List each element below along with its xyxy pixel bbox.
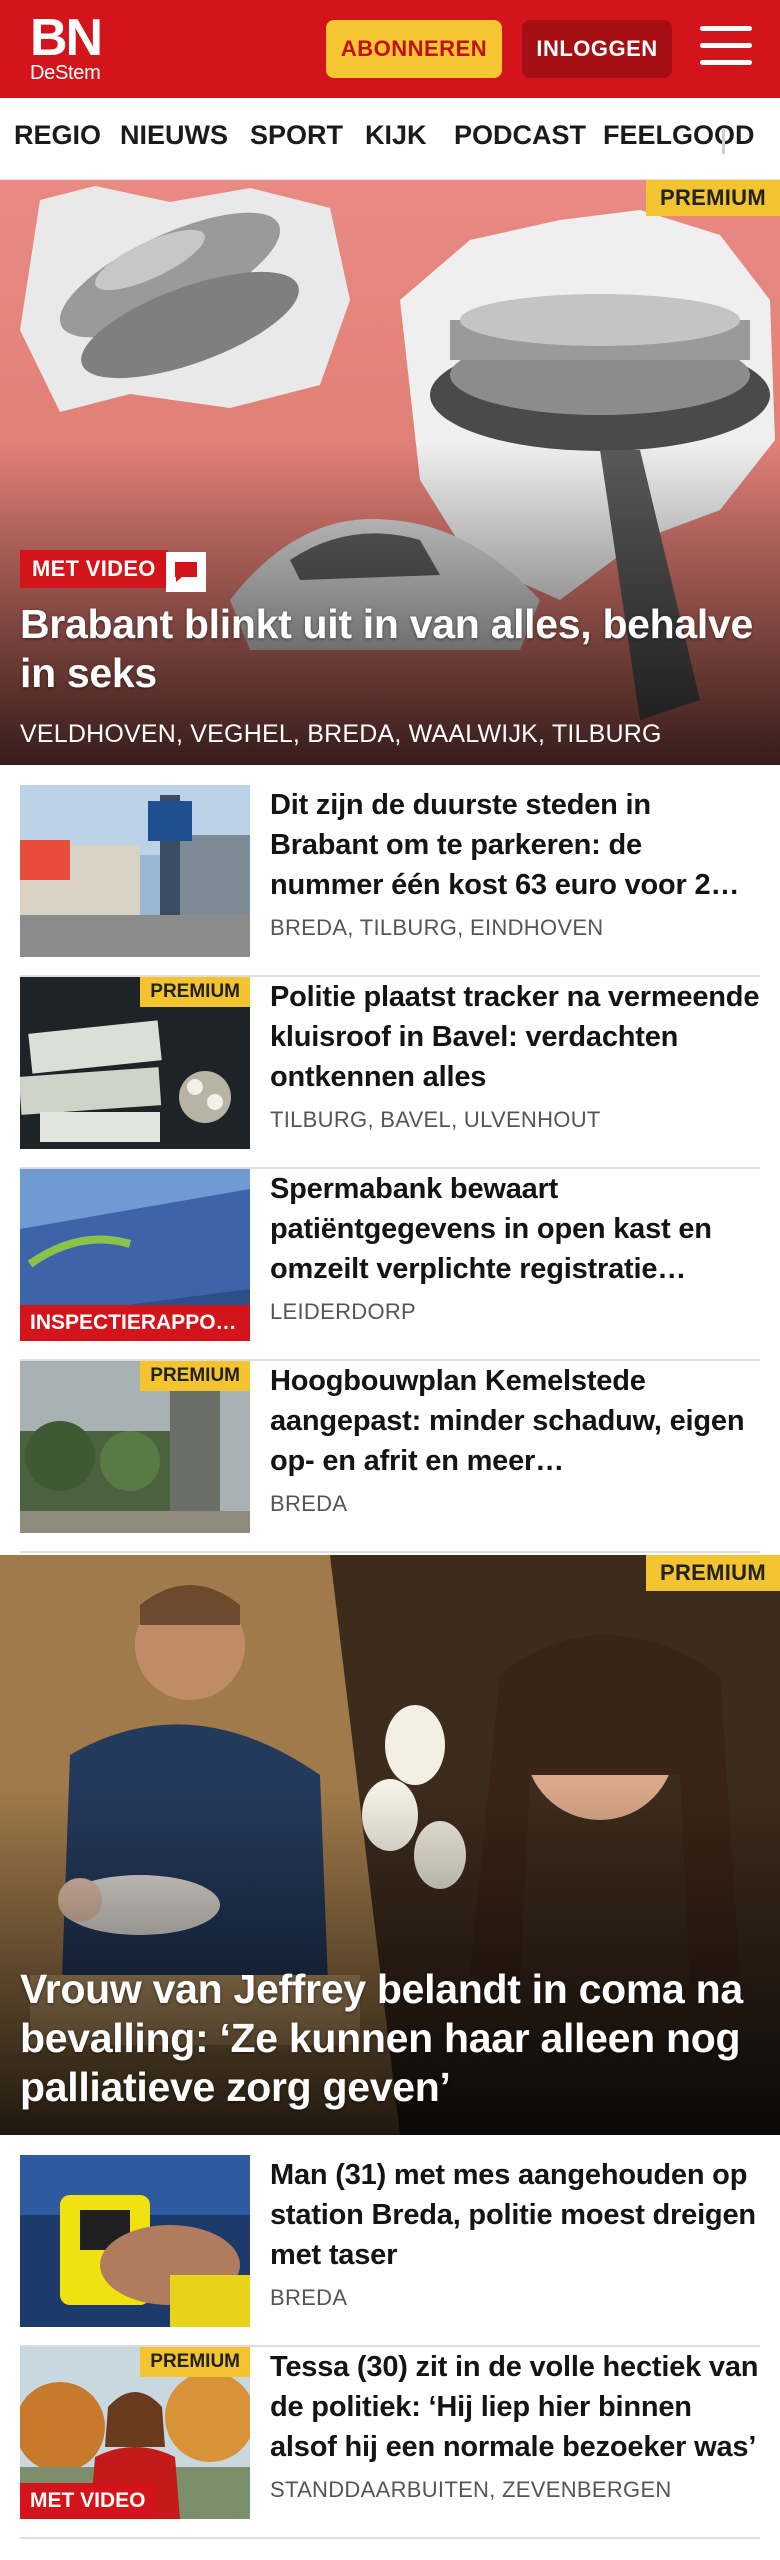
article-headline[interactable]: Tessa (30) zit in de volle hectiek van d… [270, 2347, 760, 2467]
article-thumbnail: PREMIUM MET VIDEO [20, 2347, 250, 2519]
article-headline[interactable]: Man (31) met mes aangehouden op station … [270, 2155, 760, 2275]
article-headline[interactable]: Politie plaatst tracker na vermeende klu… [270, 977, 760, 1097]
inspection-report-badge: INSPECTIERAPPORT [20, 1305, 250, 1341]
article-locations: BREDA, TILBURG, EINDHOVEN [270, 915, 604, 940]
nav-item-regio[interactable]: REGIO [14, 120, 101, 151]
premium-badge: PREMIUM [646, 1555, 780, 1591]
article-thumbnail: INSPECTIERAPPORT [20, 1169, 250, 1341]
article-locations: STANDDAARBUITEN, ZEVENBERGEN [270, 2477, 672, 2502]
video-badge: MET VIDEO [20, 550, 168, 588]
comment-icon [166, 552, 206, 592]
hero-headline[interactable]: Vrouw van Jeffrey belandt in coma na bev… [20, 1965, 765, 2112]
article-headline[interactable]: Dit zijn de duurste steden in Brabant om… [270, 785, 760, 905]
nav-item-feelgood[interactable]: FEELGOOD [603, 120, 755, 151]
site-header: BN DeStem ABONNEREN INLOGGEN [0, 0, 780, 98]
nav-item-sport[interactable]: SPORT [250, 120, 343, 151]
video-badge: MET VIDEO [20, 2483, 156, 2519]
article-thumbnail: PREMIUM [20, 1361, 250, 1533]
article-thumbnail: PREMIUM [20, 977, 250, 1149]
article-locations: TILBURG, BAVEL, ULVENHOUT [270, 1107, 601, 1132]
article-locations: BREDA [270, 1491, 348, 1516]
list-item[interactable]: PREMIUM Hoogbouwplan Kemelstede aangepas… [20, 1361, 760, 1553]
nav-item-nieuws[interactable]: NIEUWS [120, 120, 228, 151]
login-button[interactable]: INLOGGEN [522, 20, 672, 78]
article-headline[interactable]: Spermabank bewaart patiëntgegevens in op… [270, 1169, 760, 1289]
nav-item-kijk[interactable]: KIJK [365, 120, 427, 151]
nav-item-podcast[interactable]: PODCAST [454, 120, 586, 151]
article-headline[interactable]: Hoogbouwplan Kemelstede aangepast: minde… [270, 1361, 760, 1481]
list-item[interactable]: Man (31) met mes aangehouden op station … [20, 2155, 760, 2347]
site-logo[interactable]: BN DeStem [30, 9, 103, 84]
nav-overflow-indicator [722, 128, 725, 154]
list-item[interactable]: PREMIUM Politie plaatst tracker na verme… [20, 977, 760, 1169]
article-thumbnail [20, 2155, 250, 2327]
premium-badge: PREMIUM [646, 180, 780, 216]
article-locations: BREDA [270, 2285, 348, 2310]
article-locations: LEIDERDORP [270, 1299, 417, 1324]
article-thumbnail [20, 785, 250, 957]
hero-headline[interactable]: Brabant blinkt uit in van alles, behalve… [20, 600, 765, 698]
premium-badge: PREMIUM [140, 977, 250, 1007]
premium-badge: PREMIUM [140, 2347, 250, 2377]
list-item[interactable]: INSPECTIERAPPORT Spermabank bewaart pati… [20, 1169, 760, 1361]
logo-destem: DeStem [30, 62, 101, 84]
hero-article-seks[interactable]: PREMIUM MET VIDEO Brabant blinkt uit in … [0, 180, 780, 765]
list-item[interactable]: Dit zijn de duurste steden in Brabant om… [20, 785, 760, 977]
hero-article-jeffrey[interactable]: PREMIUM Vrouw van Jeffrey belandt in com… [0, 1555, 780, 2135]
section-nav: REGIO NIEUWS SPORT KIJK PODCAST FEELGOOD [0, 98, 780, 180]
premium-badge: PREMIUM [140, 1361, 250, 1391]
hamburger-menu-icon[interactable] [700, 26, 752, 70]
logo-bn: BN [30, 9, 103, 67]
list-item[interactable]: PREMIUM MET VIDEO Tessa (30) zit in de v… [20, 2347, 760, 2539]
subscribe-button[interactable]: ABONNEREN [326, 20, 502, 78]
hero-locations: VELDHOVEN, VEGHEL, BREDA, WAALWIJK, TILB… [20, 720, 662, 748]
